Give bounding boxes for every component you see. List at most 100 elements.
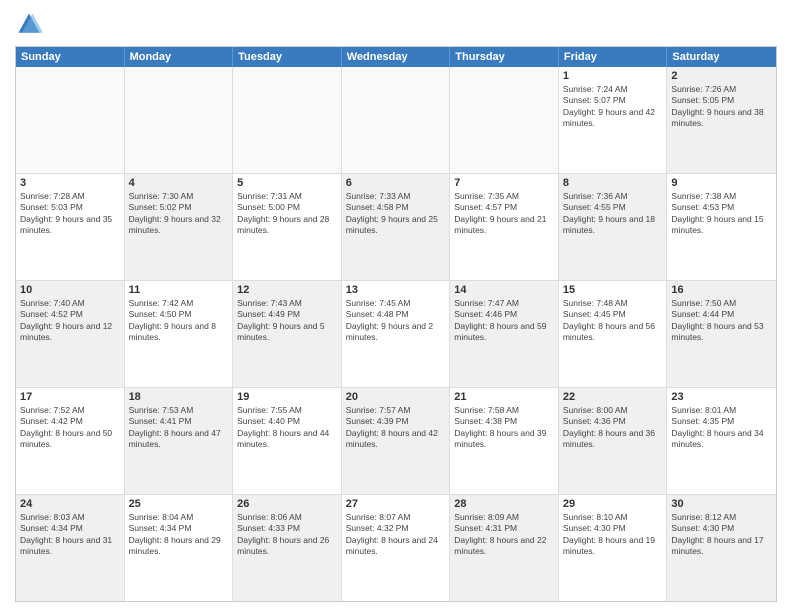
day-details: Sunrise: 7:53 AM Sunset: 4:41 PM Dayligh…	[129, 405, 229, 451]
day-cell-10: 10 Sunrise: 7:40 AM Sunset: 4:52 PM Dayli…	[16, 281, 125, 387]
day-details: Sunrise: 7:45 AM Sunset: 4:48 PM Dayligh…	[346, 298, 446, 344]
calendar: SundayMondayTuesdayWednesdayThursdayFrid…	[15, 46, 777, 602]
day-details: Sunrise: 7:57 AM Sunset: 4:39 PM Dayligh…	[346, 405, 446, 451]
day-cell-25: 25 Sunrise: 8:04 AM Sunset: 4:34 PM Dayli…	[125, 495, 234, 601]
day-number: 22	[563, 391, 663, 403]
header-cell-sunday: Sunday	[16, 47, 125, 67]
header-cell-tuesday: Tuesday	[233, 47, 342, 67]
day-cell-16: 16 Sunrise: 7:50 AM Sunset: 4:44 PM Dayli…	[667, 281, 776, 387]
calendar-header: SundayMondayTuesdayWednesdayThursdayFrid…	[16, 47, 776, 67]
day-number: 21	[454, 391, 554, 403]
day-number: 10	[20, 284, 120, 296]
day-details: Sunrise: 7:24 AM Sunset: 5:07 PM Dayligh…	[563, 84, 663, 130]
day-details: Sunrise: 7:43 AM Sunset: 4:49 PM Dayligh…	[237, 298, 337, 344]
header-cell-saturday: Saturday	[667, 47, 776, 67]
calendar-row-2: 10 Sunrise: 7:40 AM Sunset: 4:52 PM Dayli…	[16, 281, 776, 388]
day-number: 13	[346, 284, 446, 296]
day-number: 28	[454, 498, 554, 510]
day-cell-6: 6Sunrise: 7:33 AM Sunset: 4:58 PM Daylig…	[342, 174, 451, 280]
day-number: 1	[563, 70, 663, 82]
empty-cell	[342, 67, 451, 173]
day-details: Sunrise: 7:30 AM Sunset: 5:02 PM Dayligh…	[129, 191, 229, 237]
day-number: 4	[129, 177, 229, 189]
header	[15, 10, 777, 38]
header-cell-thursday: Thursday	[450, 47, 559, 67]
day-cell-21: 21 Sunrise: 7:58 AM Sunset: 4:38 PM Dayli…	[450, 388, 559, 494]
day-details: Sunrise: 8:06 AM Sunset: 4:33 PM Dayligh…	[237, 512, 337, 558]
day-details: Sunrise: 7:58 AM Sunset: 4:38 PM Dayligh…	[454, 405, 554, 451]
day-number: 16	[671, 284, 772, 296]
day-details: Sunrise: 8:09 AM Sunset: 4:31 PM Dayligh…	[454, 512, 554, 558]
day-cell-5: 5 Sunrise: 7:31 AM Sunset: 5:00 PM Daylig…	[233, 174, 342, 280]
day-number: 24	[20, 498, 120, 510]
logo-icon	[15, 10, 43, 38]
empty-cell	[450, 67, 559, 173]
day-cell-23: 23 Sunrise: 8:01 AM Sunset: 4:35 PM Dayli…	[667, 388, 776, 494]
day-number: 17	[20, 391, 120, 403]
header-cell-friday: Friday	[559, 47, 668, 67]
day-details: Sunrise: 7:50 AM Sunset: 4:44 PM Dayligh…	[671, 298, 772, 344]
header-cell-wednesday: Wednesday	[342, 47, 451, 67]
day-number: 3	[20, 177, 120, 189]
day-number: 18	[129, 391, 229, 403]
day-number: 6	[346, 177, 446, 189]
day-cell-8: 8 Sunrise: 7:36 AM Sunset: 4:55 PM Daylig…	[559, 174, 668, 280]
day-details: Sunrise: 8:12 AM Sunset: 4:30 PM Dayligh…	[671, 512, 772, 558]
day-cell-3: 3 Sunrise: 7:28 AM Sunset: 5:03 PM Daylig…	[16, 174, 125, 280]
day-details: Sunrise: 7:42 AM Sunset: 4:50 PM Dayligh…	[129, 298, 229, 344]
day-cell-15: 15 Sunrise: 7:48 AM Sunset: 4:45 PM Dayli…	[559, 281, 668, 387]
day-number: 23	[671, 391, 772, 403]
day-cell-14: 14 Sunrise: 7:47 AM Sunset: 4:46 PM Dayli…	[450, 281, 559, 387]
day-cell-4: 4 Sunrise: 7:30 AM Sunset: 5:02 PM Daylig…	[125, 174, 234, 280]
empty-cell	[125, 67, 234, 173]
day-details: Sunrise: 7:31 AM Sunset: 5:00 PM Dayligh…	[237, 191, 337, 237]
day-number: 2	[671, 70, 772, 82]
day-details: Sunrise: 7:28 AM Sunset: 5:03 PM Dayligh…	[20, 191, 120, 237]
day-cell-28: 28 Sunrise: 8:09 AM Sunset: 4:31 PM Dayli…	[450, 495, 559, 601]
day-details: Sunrise: 8:00 AM Sunset: 4:36 PM Dayligh…	[563, 405, 663, 451]
day-details: Sunrise: 8:01 AM Sunset: 4:35 PM Dayligh…	[671, 405, 772, 451]
day-cell-18: 18 Sunrise: 7:53 AM Sunset: 4:41 PM Dayli…	[125, 388, 234, 494]
empty-cell	[16, 67, 125, 173]
day-cell-24: 24Sunrise: 8:03 AM Sunset: 4:34 PM Dayli…	[16, 495, 125, 601]
day-cell-22: 22 Sunrise: 8:00 AM Sunset: 4:36 PM Dayli…	[559, 388, 668, 494]
day-number: 9	[671, 177, 772, 189]
day-number: 11	[129, 284, 229, 296]
day-cell-2: 2 Sunrise: 7:26 AM Sunset: 5:05 PM Daylig…	[667, 67, 776, 173]
logo	[15, 10, 47, 38]
day-details: Sunrise: 8:04 AM Sunset: 4:34 PM Dayligh…	[129, 512, 229, 558]
day-cell-19: 19Sunrise: 7:55 AM Sunset: 4:40 PM Dayli…	[233, 388, 342, 494]
day-details: Sunrise: 7:35 AM Sunset: 4:57 PM Dayligh…	[454, 191, 554, 237]
day-number: 19	[237, 391, 337, 403]
day-details: Sunrise: 7:36 AM Sunset: 4:55 PM Dayligh…	[563, 191, 663, 237]
day-cell-26: 26 Sunrise: 8:06 AM Sunset: 4:33 PM Dayli…	[233, 495, 342, 601]
calendar-row-4: 24Sunrise: 8:03 AM Sunset: 4:34 PM Dayli…	[16, 495, 776, 601]
day-cell-20: 20 Sunrise: 7:57 AM Sunset: 4:39 PM Dayli…	[342, 388, 451, 494]
day-number: 8	[563, 177, 663, 189]
empty-cell	[233, 67, 342, 173]
day-details: Sunrise: 7:40 AM Sunset: 4:52 PM Dayligh…	[20, 298, 120, 344]
day-cell-17: 17 Sunrise: 7:52 AM Sunset: 4:42 PM Dayli…	[16, 388, 125, 494]
day-number: 5	[237, 177, 337, 189]
day-details: Sunrise: 7:52 AM Sunset: 4:42 PM Dayligh…	[20, 405, 120, 451]
header-cell-monday: Monday	[125, 47, 234, 67]
day-number: 20	[346, 391, 446, 403]
day-details: Sunrise: 7:47 AM Sunset: 4:46 PM Dayligh…	[454, 298, 554, 344]
day-number: 15	[563, 284, 663, 296]
day-number: 14	[454, 284, 554, 296]
calendar-body: 1 Sunrise: 7:24 AM Sunset: 5:07 PM Daylig…	[16, 67, 776, 601]
day-details: Sunrise: 8:07 AM Sunset: 4:32 PM Dayligh…	[346, 512, 446, 558]
calendar-row-3: 17 Sunrise: 7:52 AM Sunset: 4:42 PM Dayli…	[16, 388, 776, 495]
day-number: 27	[346, 498, 446, 510]
day-number: 30	[671, 498, 772, 510]
day-cell-27: 27 Sunrise: 8:07 AM Sunset: 4:32 PM Dayli…	[342, 495, 451, 601]
calendar-row-0: 1 Sunrise: 7:24 AM Sunset: 5:07 PM Daylig…	[16, 67, 776, 174]
day-number: 26	[237, 498, 337, 510]
day-details: Sunrise: 7:48 AM Sunset: 4:45 PM Dayligh…	[563, 298, 663, 344]
day-number: 25	[129, 498, 229, 510]
day-details: Sunrise: 7:38 AM Sunset: 4:53 PM Dayligh…	[671, 191, 772, 237]
day-number: 7	[454, 177, 554, 189]
day-cell-7: 7 Sunrise: 7:35 AM Sunset: 4:57 PM Daylig…	[450, 174, 559, 280]
day-cell-13: 13 Sunrise: 7:45 AM Sunset: 4:48 PM Dayli…	[342, 281, 451, 387]
day-details: Sunrise: 7:26 AM Sunset: 5:05 PM Dayligh…	[671, 84, 772, 130]
